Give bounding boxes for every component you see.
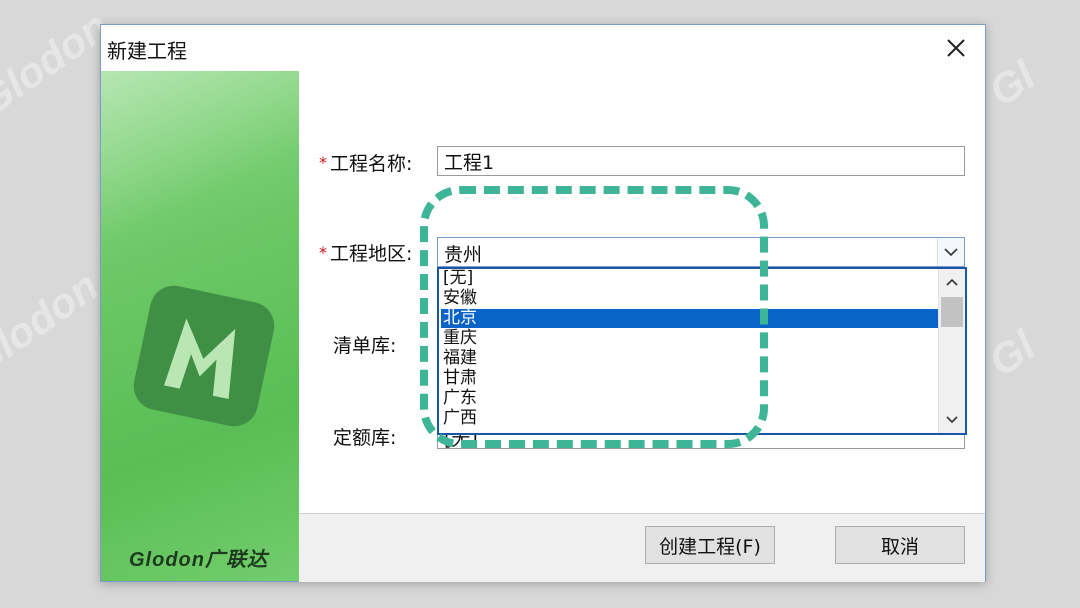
- project-region-label: * 工程地区:: [319, 243, 413, 265]
- project-region-value: 贵州: [444, 244, 483, 266]
- dropdown-option-selected[interactable]: 北京: [441, 309, 941, 328]
- watermark: Glodon: [0, 262, 107, 385]
- required-mark: *: [319, 153, 327, 172]
- new-project-dialog: 新建工程 Glodon广联达 *工程名称: *工程地区: 贵州: [100, 24, 986, 582]
- scroll-up-icon: [946, 278, 958, 286]
- form-area: *工程名称: *工程地区: 贵州 清单库: 定额库: [无] [无] 安徽 北京: [299, 71, 985, 513]
- dropdown-option[interactable]: 安徽: [441, 289, 941, 308]
- dropdown-option[interactable]: 甘肃: [441, 369, 941, 388]
- close-button[interactable]: [933, 25, 979, 71]
- dropdown-toggle[interactable]: [937, 238, 964, 266]
- create-project-button[interactable]: 创建工程(F): [645, 526, 775, 564]
- scroll-up-button[interactable]: [939, 271, 965, 293]
- sidebar-banner: Glodon广联达: [101, 71, 299, 581]
- title-bar: 新建工程: [101, 25, 985, 71]
- project-name-label: * 工程名称:: [319, 153, 413, 175]
- chevron-down-icon: [944, 248, 958, 257]
- dialog-title: 新建工程: [107, 39, 187, 63]
- scroll-down-button[interactable]: [939, 409, 965, 431]
- dropdown-option[interactable]: 广东: [441, 389, 941, 408]
- required-mark: *: [319, 243, 327, 262]
- close-icon: [947, 39, 965, 57]
- project-name-input[interactable]: [437, 146, 965, 176]
- dropdown-option[interactable]: 重庆: [441, 329, 941, 348]
- button-bar: 创建工程(F) 取消: [299, 513, 985, 582]
- cancel-button[interactable]: 取消: [835, 526, 965, 564]
- dropdown-option[interactable]: 广西: [441, 409, 941, 428]
- watermark: Gl: [980, 51, 1044, 116]
- dropdown-option[interactable]: [无]: [441, 269, 941, 288]
- quota-library-label: 定额库:: [333, 427, 397, 449]
- project-region-select[interactable]: 贵州: [437, 237, 965, 267]
- bill-library-label: 清单库:: [333, 335, 397, 357]
- dropdown-option[interactable]: 福建: [441, 349, 941, 368]
- region-dropdown-list[interactable]: [无] 安徽 北京 重庆 福建 甘肃 广东 广西: [437, 267, 967, 435]
- m-logo-icon: [133, 285, 275, 427]
- scroll-thumb[interactable]: [941, 297, 963, 327]
- brand-logo: Glodon广联达: [129, 549, 268, 571]
- dropdown-scrollbar[interactable]: [938, 269, 965, 433]
- watermark: Gl: [980, 321, 1044, 386]
- scroll-down-icon: [946, 416, 958, 424]
- sidebar-shine: [101, 71, 299, 252]
